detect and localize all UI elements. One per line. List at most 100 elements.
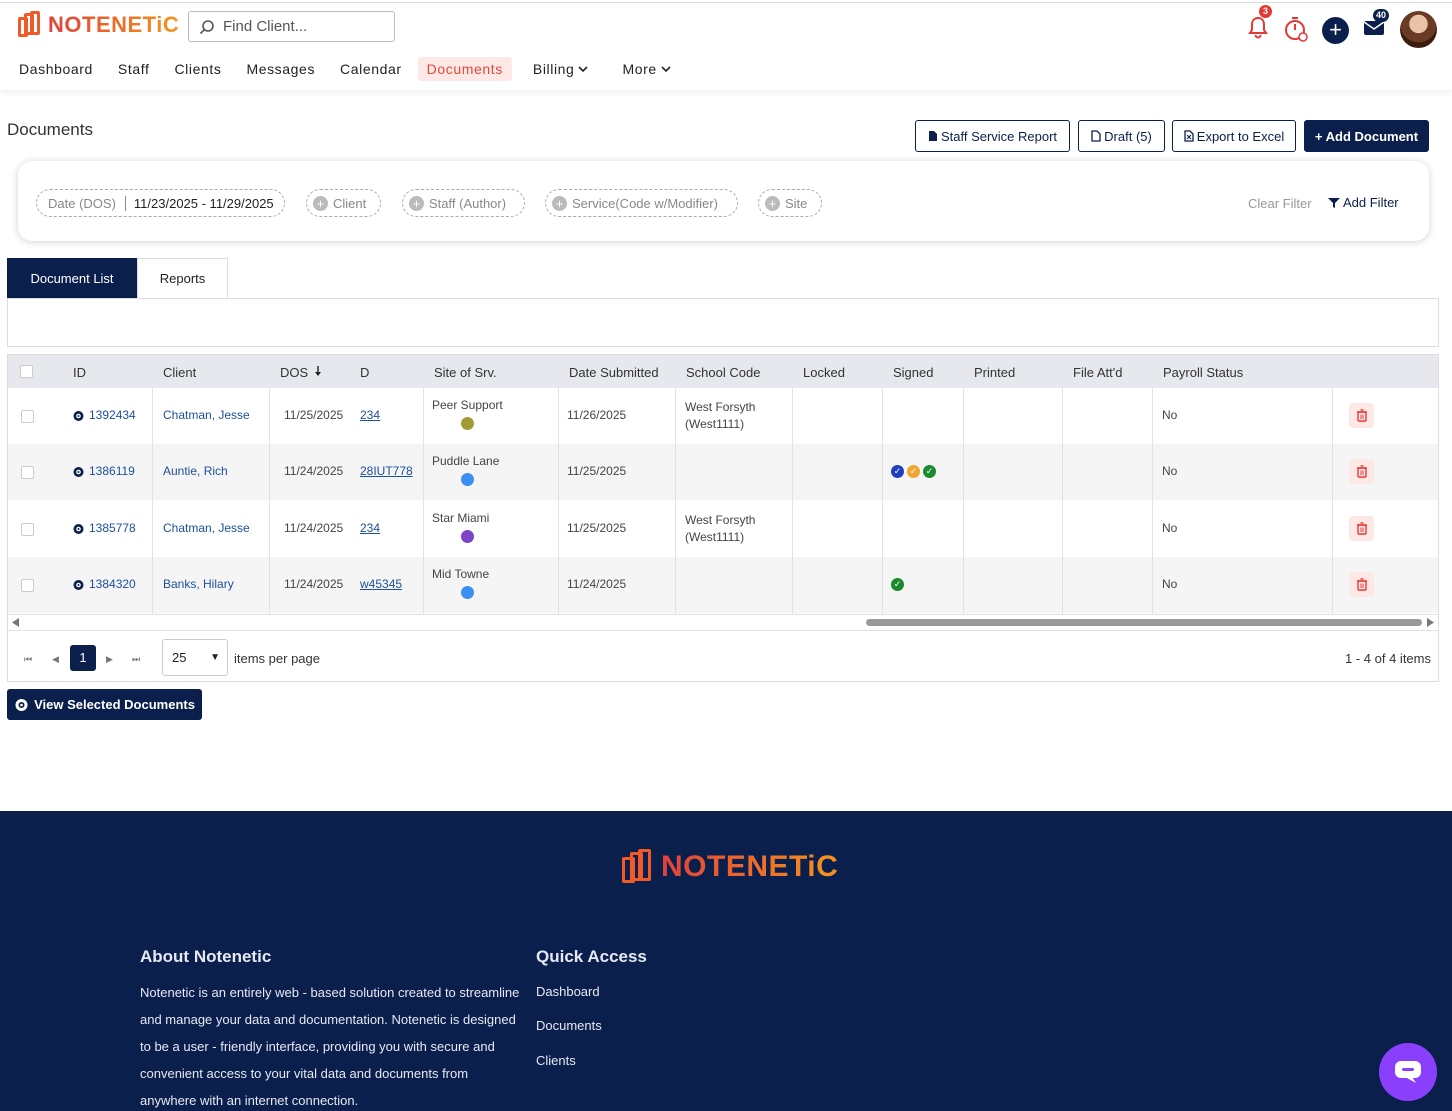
d-code-link[interactable]: 234 bbox=[360, 408, 380, 422]
col-payroll-status[interactable]: Payroll Status bbox=[1163, 365, 1243, 380]
next-page-icon[interactable]: ▶ bbox=[106, 654, 113, 665]
document-id-link[interactable]: 1392434 bbox=[89, 408, 136, 422]
footer-logo: NOTENETiC bbox=[622, 849, 838, 885]
delete-button[interactable] bbox=[1349, 516, 1374, 541]
delete-button[interactable] bbox=[1349, 403, 1374, 428]
payroll-status: No bbox=[1162, 521, 1178, 535]
page-size-select[interactable]: 25 ▼ bbox=[162, 639, 228, 676]
nav-clients[interactable]: Clients bbox=[165, 57, 230, 81]
add-document-button[interactable]: + Add Document bbox=[1304, 120, 1429, 152]
nav-staff[interactable]: Staff bbox=[109, 57, 159, 81]
eye-icon[interactable] bbox=[72, 524, 85, 534]
document-id-link[interactable]: 1385778 bbox=[89, 521, 136, 535]
search-input[interactable] bbox=[223, 18, 383, 35]
client-link[interactable]: Banks, Hilary bbox=[163, 577, 234, 591]
items-per-page-label: items per page bbox=[234, 651, 320, 666]
dos-value: 11/25/2025 bbox=[284, 408, 344, 422]
col-site[interactable]: Site of Srv. bbox=[434, 365, 497, 380]
row-checkbox[interactable] bbox=[21, 579, 34, 592]
col-locked[interactable]: Locked bbox=[803, 365, 845, 380]
eye-icon[interactable] bbox=[72, 411, 85, 421]
client-link[interactable]: Chatman, Jesse bbox=[163, 521, 250, 535]
plus-circle-icon: + bbox=[552, 195, 567, 211]
user-avatar[interactable] bbox=[1400, 11, 1437, 48]
view-selected-documents-button[interactable]: View Selected Documents bbox=[7, 689, 202, 720]
date-dos-filter[interactable]: Date (DOS) 11/23/2025 - 11/29/2025 bbox=[36, 189, 285, 217]
nav-documents[interactable]: Documents bbox=[417, 57, 512, 81]
site-filter[interactable]: + Site bbox=[758, 189, 822, 217]
eye-icon[interactable] bbox=[72, 580, 85, 590]
delete-button[interactable] bbox=[1349, 572, 1374, 597]
clear-filter-link[interactable]: Clear Filter bbox=[1248, 196, 1312, 211]
find-client-search[interactable] bbox=[188, 11, 395, 42]
site-color-dot bbox=[461, 473, 474, 486]
filter-label: Staff (Author) bbox=[429, 195, 507, 211]
staff-service-report-button[interactable]: Staff Service Report bbox=[915, 120, 1070, 152]
footer-link-clients[interactable]: Clients bbox=[536, 1053, 576, 1068]
col-date-submitted[interactable]: Date Submitted bbox=[569, 365, 659, 380]
row-checkbox[interactable] bbox=[21, 410, 34, 423]
scroll-right-icon[interactable] bbox=[1427, 618, 1434, 627]
chat-launcher[interactable] bbox=[1379, 1043, 1437, 1101]
quick-add-plus-icon[interactable]: + bbox=[1322, 17, 1349, 44]
client-filter[interactable]: + Client bbox=[306, 189, 381, 217]
horizontal-scrollbar[interactable] bbox=[8, 614, 1438, 629]
row-checkbox[interactable] bbox=[21, 523, 34, 536]
table-row[interactable]: 1386119 Auntie, Rich 11/24/2025 28IUT778 Pud… bbox=[8, 444, 1438, 500]
col-d[interactable]: D bbox=[360, 365, 369, 380]
table-row[interactable]: 1385778 Chatman, Jesse 11/24/2025 234 Star M… bbox=[8, 501, 1438, 557]
client-link[interactable]: Auntie, Rich bbox=[163, 464, 228, 478]
table-row[interactable]: 1384320 Banks, Hilary 11/24/2025 w45345 Mid … bbox=[8, 557, 1438, 613]
nav-calendar[interactable]: Calendar bbox=[331, 57, 411, 81]
messages-button[interactable]: 40 bbox=[1363, 9, 1390, 42]
payroll-status: No bbox=[1162, 464, 1178, 478]
nav-messages[interactable]: Messages bbox=[237, 57, 324, 81]
col-signed[interactable]: Signed bbox=[893, 365, 933, 380]
col-file-attd[interactable]: File Att'd bbox=[1073, 365, 1122, 380]
notifications-button[interactable]: 3 bbox=[1247, 5, 1272, 44]
scroll-left-icon[interactable] bbox=[12, 618, 19, 627]
date-submitted: 11/26/2025 bbox=[567, 408, 627, 422]
staff-author-filter[interactable]: + Staff (Author) bbox=[402, 189, 525, 217]
brand-logo[interactable]: NOTENETiC bbox=[18, 11, 179, 39]
last-page-icon[interactable]: ⏭ bbox=[132, 654, 140, 665]
tab-document-list[interactable]: Document List bbox=[7, 258, 137, 298]
nav-billing[interactable]: Billing bbox=[524, 57, 598, 81]
tab-toolbar-area bbox=[7, 298, 1439, 347]
footer-link-documents[interactable]: Documents bbox=[536, 1018, 602, 1033]
d-code-link[interactable]: w45345 bbox=[360, 577, 402, 591]
table-header: ID Client DOS D Site of Srv. Date Submit… bbox=[8, 355, 1438, 388]
col-id[interactable]: ID bbox=[73, 365, 86, 380]
row-checkbox[interactable] bbox=[21, 466, 34, 479]
select-all-checkbox[interactable] bbox=[20, 365, 33, 378]
client-link[interactable]: Chatman, Jesse bbox=[163, 408, 250, 422]
tab-reports[interactable]: Reports bbox=[137, 258, 228, 298]
date-submitted: 11/25/2025 bbox=[567, 521, 627, 535]
table-row[interactable]: 1392434 Chatman, Jesse 11/25/2025 234 Peer S… bbox=[8, 388, 1438, 444]
eye-icon[interactable] bbox=[72, 467, 85, 477]
col-printed[interactable]: Printed bbox=[974, 365, 1015, 380]
document-id-link[interactable]: 1386119 bbox=[89, 464, 135, 478]
filter-label: Client bbox=[333, 195, 367, 211]
nav-more[interactable]: More bbox=[613, 57, 679, 81]
d-code-link[interactable]: 234 bbox=[360, 521, 380, 535]
timer-button[interactable] bbox=[1283, 15, 1309, 48]
col-school-code[interactable]: School Code bbox=[686, 365, 760, 380]
school-code-line1: West Forsyth bbox=[685, 400, 756, 414]
delete-button[interactable] bbox=[1349, 459, 1374, 484]
filter-bar: Date (DOS) 11/23/2025 - 11/29/2025 + Cli… bbox=[18, 161, 1429, 241]
nav-dashboard[interactable]: Dashboard bbox=[10, 57, 102, 81]
draft-button[interactable]: Draft (5) bbox=[1078, 120, 1165, 152]
add-filter-button[interactable]: Add Filter bbox=[1328, 195, 1399, 210]
d-code-link[interactable]: 28IUT778 bbox=[360, 464, 413, 478]
service-filter[interactable]: + Service(Code w/Modifier) bbox=[545, 189, 738, 217]
document-id-link[interactable]: 1384320 bbox=[89, 577, 136, 591]
first-page-icon[interactable]: ⏮ bbox=[24, 654, 32, 665]
footer-link-dashboard[interactable]: Dashboard bbox=[536, 984, 600, 999]
col-client[interactable]: Client bbox=[163, 365, 196, 380]
current-page-button[interactable]: 1 bbox=[70, 645, 96, 671]
scrollbar-thumb[interactable] bbox=[866, 619, 1422, 626]
col-dos[interactable]: DOS bbox=[280, 365, 308, 380]
prev-page-icon[interactable]: ◀ bbox=[52, 654, 59, 665]
export-excel-button[interactable]: Export to Excel bbox=[1172, 120, 1296, 152]
